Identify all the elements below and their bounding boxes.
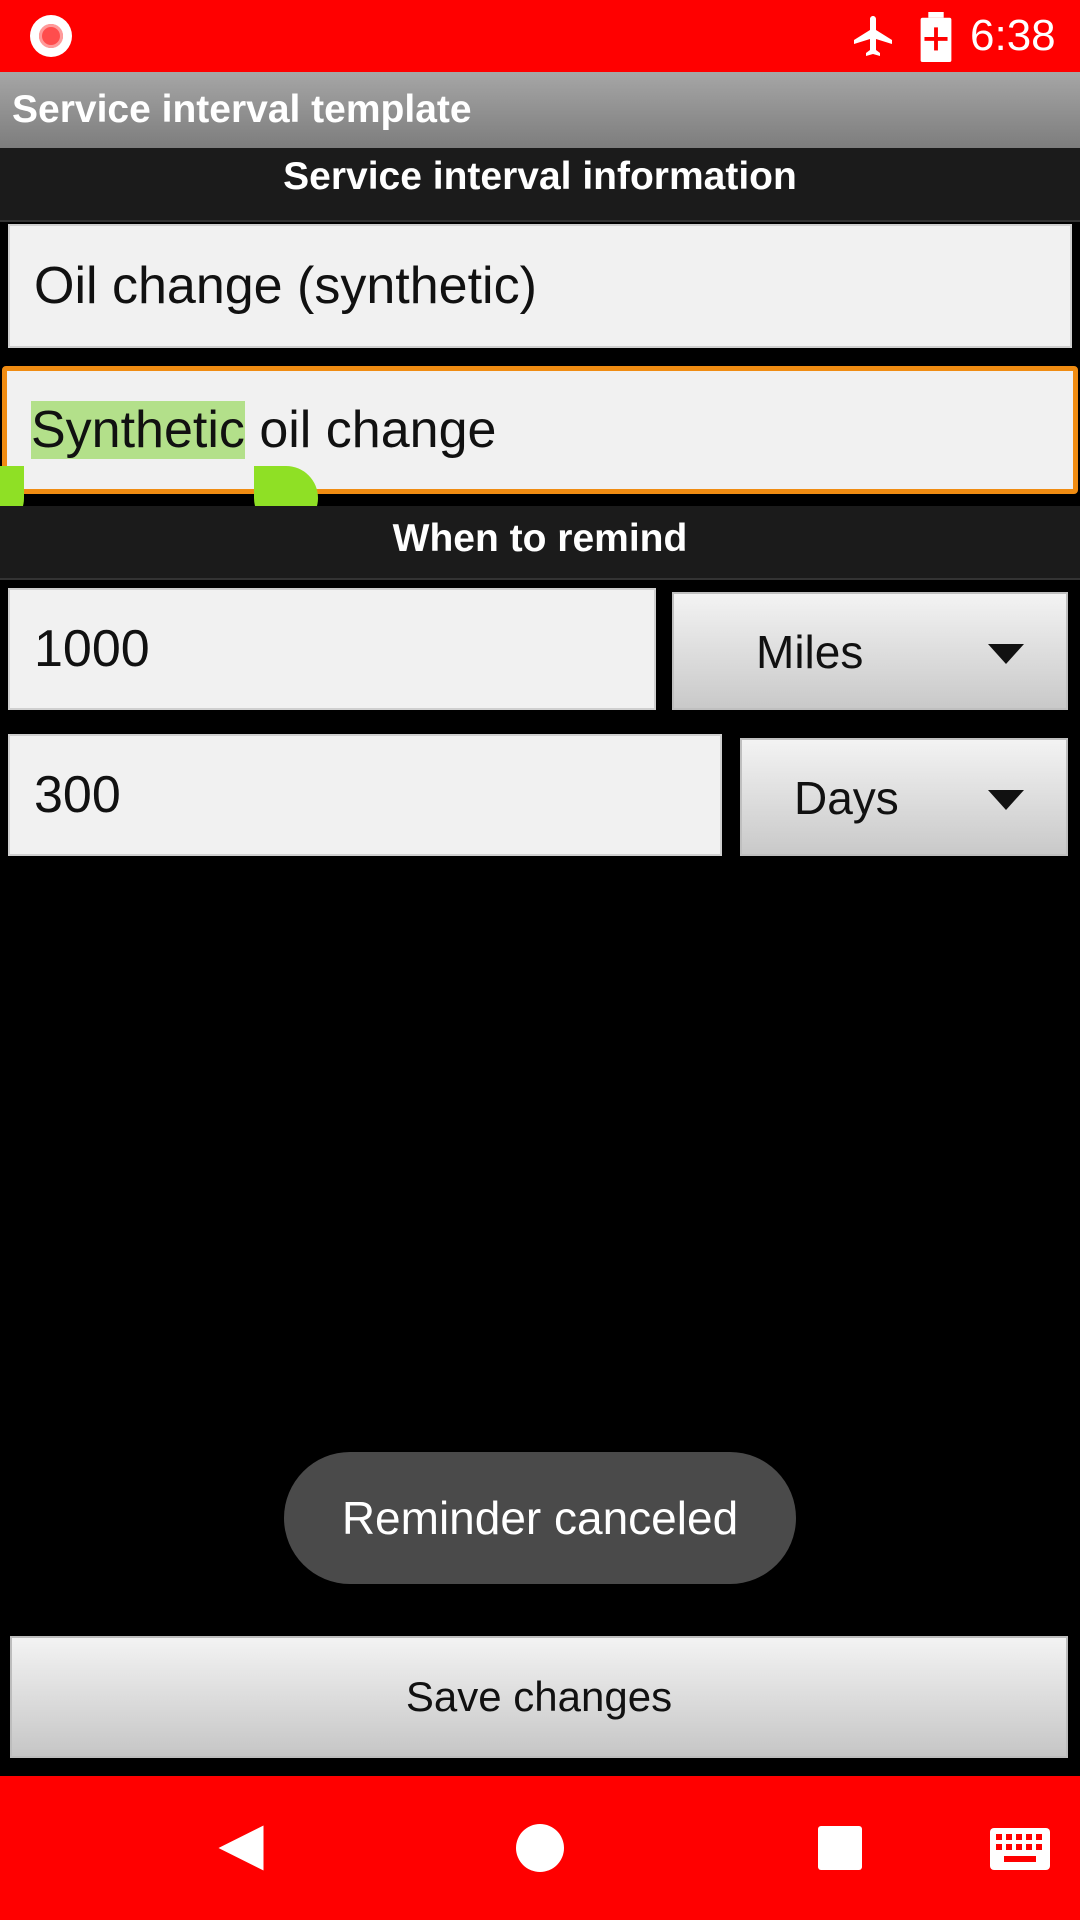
record-icon (30, 15, 72, 57)
page-title: Service interval template (12, 88, 472, 131)
distance-unit-label: Miles (756, 626, 864, 678)
recents-icon[interactable] (818, 1826, 862, 1870)
save-button[interactable]: Save changes (10, 1636, 1068, 1758)
section-header-remind: When to remind (0, 506, 1080, 580)
section-header-info: Service interval information (0, 148, 1080, 222)
battery-charging-icon (920, 12, 952, 62)
keyboard-icon[interactable] (990, 1828, 1050, 1870)
name-field[interactable]: Oil change (synthetic) (8, 224, 1072, 348)
time-input[interactable]: 300 (8, 734, 722, 856)
unselected-text: oil change (244, 401, 497, 459)
chevron-down-icon (988, 644, 1024, 664)
airplane-mode-icon (854, 16, 892, 56)
clock: 6:38 (970, 11, 1056, 60)
time-unit-spinner[interactable]: Days (740, 738, 1068, 856)
chevron-down-icon (988, 790, 1024, 810)
status-bar (0, 0, 1080, 72)
toast-message: Reminder canceled (284, 1452, 796, 1584)
description-field[interactable]: Synthetic oil change (2, 366, 1078, 494)
selected-text: Synthetic (31, 401, 245, 459)
time-unit-label: Days (794, 772, 899, 824)
distance-input[interactable]: 1000 (8, 588, 656, 710)
home-icon[interactable] (516, 1824, 564, 1872)
back-icon[interactable] (214, 1820, 268, 1876)
distance-unit-spinner[interactable]: Miles (672, 592, 1068, 710)
